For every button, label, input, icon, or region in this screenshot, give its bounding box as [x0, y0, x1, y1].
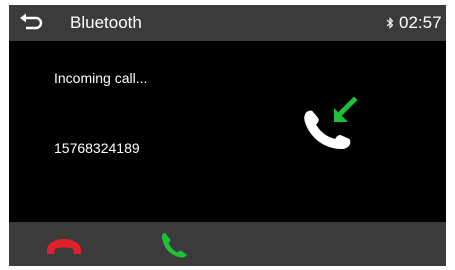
clock: 02:57 [399, 13, 442, 32]
top-bar: Bluetooth 02:57 [9, 5, 446, 41]
call-panel: Incoming call... 15768324189 [9, 41, 446, 222]
hang-up-icon [47, 239, 81, 254]
action-bar [9, 222, 446, 266]
reject-call-button[interactable] [39, 230, 89, 260]
incoming-call-icon [304, 97, 358, 149]
back-arrow-icon [20, 13, 43, 30]
page-title: Bluetooth [70, 13, 142, 32]
caller-number: 15768324189 [54, 140, 140, 156]
back-button[interactable] [19, 12, 45, 34]
answer-call-button[interactable] [149, 230, 199, 260]
call-status: Incoming call... [54, 70, 148, 86]
answer-call-icon [161, 233, 187, 258]
screen: Bluetooth 02:57 Incoming call... 1576832… [9, 5, 446, 266]
bluetooth-icon [386, 17, 394, 29]
